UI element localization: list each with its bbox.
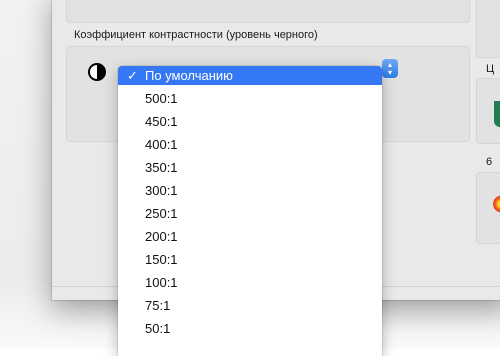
menu-item-label: 200:1 [145,229,178,244]
menu-item-400[interactable]: 400:1 [118,135,382,154]
menu-item-label: 250:1 [145,206,178,221]
menu-item-label: 150:1 [145,252,178,267]
menu-item-300[interactable]: 300:1 [118,181,382,200]
menu-item-350[interactable]: 350:1 [118,158,382,177]
contrast-dropdown-menu[interactable]: ✓ По умолчанию 500:1 450:1 400:1 350:1 3… [118,66,382,356]
menu-item-450[interactable]: 450:1 [118,112,382,131]
menu-item-label: 350:1 [145,160,178,175]
checkmark-icon: ✓ [127,68,138,83]
menu-item-label: 50:1 [145,321,171,336]
menu-item-label: 300:1 [145,183,178,198]
menu-item-500[interactable]: 500:1 [118,89,382,108]
menu-item-label: 100:1 [145,275,178,290]
menu-item-label: 75:1 [145,298,171,313]
right-top-panel [476,0,500,58]
right-section-label-2: 6 [486,156,493,168]
menu-item-label: 500:1 [145,91,178,106]
menu-item-default[interactable]: ✓ По умолчанию [118,66,382,85]
right-section-label: Ц [486,63,495,75]
menu-item-50[interactable]: 50:1 [118,319,382,338]
menu-item-label: По умолчанию [145,68,233,83]
menu-item-200[interactable]: 200:1 [118,227,382,246]
contrast-icon [88,63,106,81]
menu-item-150[interactable]: 150:1 [118,250,382,269]
menu-item-75[interactable]: 75:1 [118,296,382,315]
menu-item-250[interactable]: 250:1 [118,204,382,223]
menu-item-100[interactable]: 100:1 [118,273,382,292]
menu-item-label: 400:1 [145,137,178,152]
select-stepper-icon[interactable]: ▴ ▾ [382,59,398,78]
top-settings-group [66,0,470,23]
color-preview-shape [494,101,500,127]
chevron-down-icon: ▾ [387,67,392,77]
menu-item-label: 450:1 [145,114,178,129]
contrast-section-title: Коэффициент контрастности (уровень черно… [74,29,318,41]
color-wheel-icon[interactable] [493,195,500,213]
